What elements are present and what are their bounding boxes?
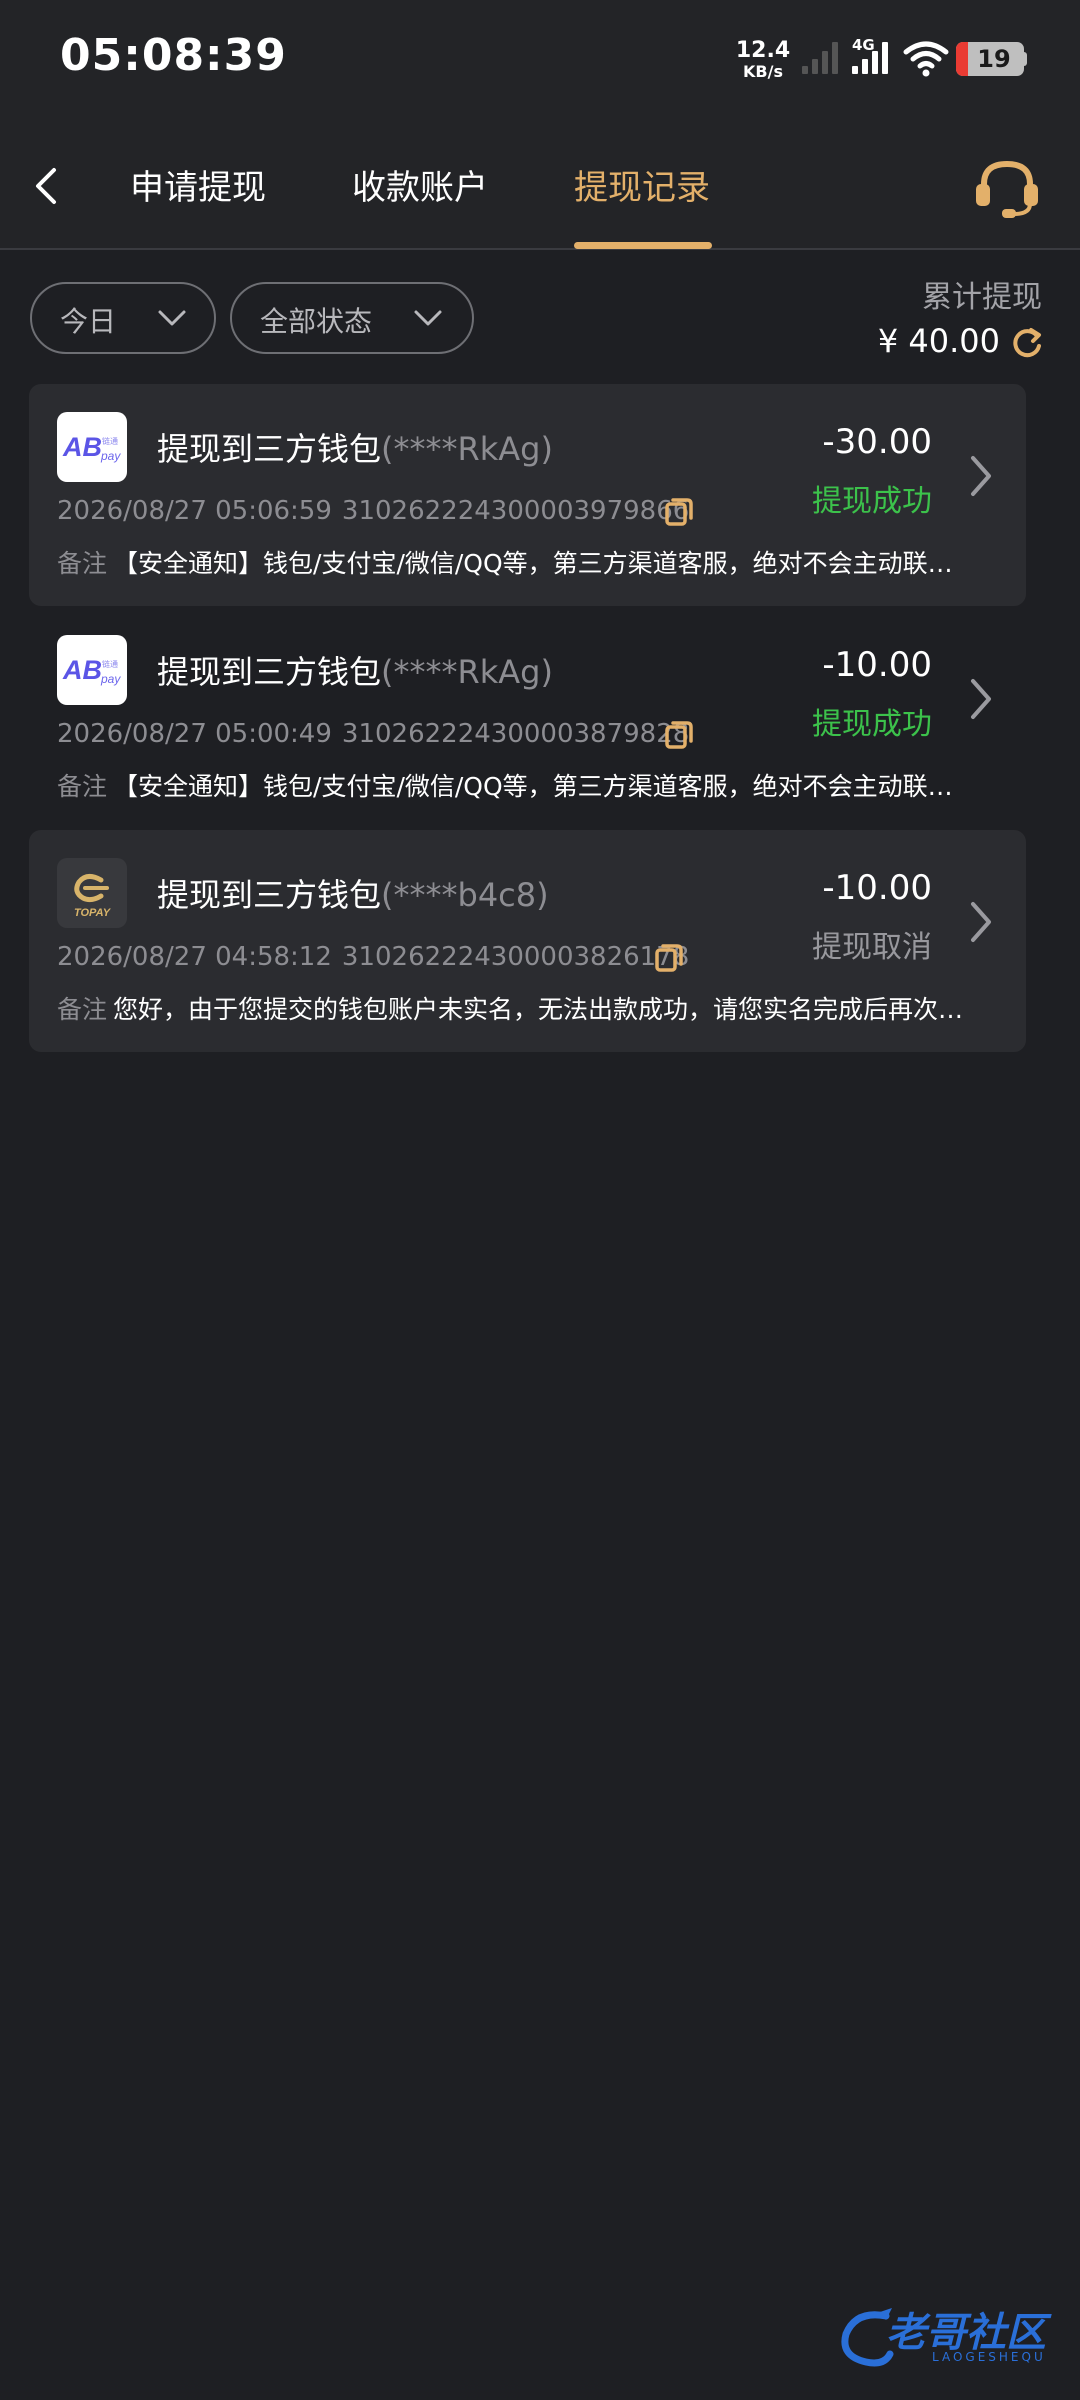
tab-withdraw-records[interactable]: 提现记录: [574, 160, 710, 209]
abpay-logo-cn: 链通: [102, 659, 118, 669]
record-account: (****b4c8): [381, 876, 549, 914]
date-filter-value: 今日: [60, 305, 117, 338]
battery-level: 19: [977, 45, 1011, 73]
wifi-icon: [903, 41, 949, 77]
status-time: 05:08:39: [60, 30, 287, 81]
record-order-no: 310262224300003979866: [341, 496, 690, 526]
topay-logo-text: TOPAY: [74, 907, 112, 919]
note-text: 【安全通知】钱包/支付宝/微信/QQ等，第三方渠道客服，绝对不会主动联系您: [113, 549, 977, 578]
withdraw-record-card[interactable]: TOPAY 提现到三方钱包(****b4c8) -10.00 提现取消 2026…: [29, 830, 1026, 1052]
record-meta: 2026/08/27 05:06:59 310262224300003979866: [57, 496, 689, 526]
network-speed: 12.4 KB/s: [733, 40, 793, 80]
battery-low-indicator: [956, 42, 968, 76]
network-speed-value: 12.4: [735, 38, 791, 63]
chevron-down-icon: [414, 310, 442, 326]
chevron-down-icon: [158, 310, 186, 326]
record-status: 提现成功: [812, 484, 932, 519]
record-amount: -10.00: [822, 645, 932, 685]
note-text: 您好，由于您提交的钱包账户未实名，无法出款成功，请您实名完成后再次提交: [113, 995, 977, 1024]
abpay-logo: AB 链通 pay: [57, 412, 127, 482]
back-chevron-icon[interactable]: [24, 162, 68, 210]
refresh-icon[interactable]: [1010, 326, 1044, 360]
withdraw-records-screen: 05:08:39 12.4 KB/s 4G 19 申请提现 收款账户 提现记录 …: [0, 0, 1080, 2400]
record-title-text: 提现到三方钱包: [157, 430, 382, 468]
record-status: 提现取消: [812, 930, 932, 965]
abpay-logo-sub: pay: [100, 672, 121, 686]
record-account: (****RkAg): [381, 653, 553, 691]
record-status: 提现成功: [812, 707, 932, 742]
abpay-logo-text: AB: [62, 432, 102, 462]
total-withdraw-amount: ¥ 40.00: [877, 322, 1000, 360]
status-filter-value: 全部状态: [260, 305, 373, 338]
abpay-logo-icon: AB 链通 pay: [62, 655, 121, 686]
record-note: 备注 【安全通知】钱包/支付宝/微信/QQ等，第三方渠道客服，绝对不会主动联系您: [57, 544, 977, 580]
copy-icon[interactable]: [663, 717, 695, 751]
active-tab-indicator: [574, 242, 712, 249]
chevron-right-icon[interactable]: [965, 896, 997, 948]
total-withdraw-label: 累计提现: [922, 280, 1042, 315]
chevron-right-icon[interactable]: [965, 450, 997, 502]
record-title-text: 提现到三方钱包: [157, 876, 382, 914]
status-filter-dropdown[interactable]: 全部状态: [230, 282, 474, 354]
record-amount: -30.00: [822, 422, 932, 462]
record-account: (****RkAg): [381, 430, 553, 468]
note-label: 备注: [57, 772, 108, 801]
chevron-right-icon[interactable]: [965, 673, 997, 725]
tab-apply-withdraw[interactable]: 申请提现: [130, 160, 266, 209]
topay-logo-icon: TOPAY: [74, 874, 112, 919]
record-datetime: 2026/08/27 04:58:12: [57, 942, 332, 972]
copy-icon[interactable]: [653, 940, 685, 974]
watermark-logo: 老哥社区 LAOGESHEQU: [836, 2300, 1066, 2380]
record-note: 备注 您好，由于您提交的钱包账户未实名，无法出款成功，请您实名完成后再次提交: [57, 990, 977, 1026]
record-title: 提现到三方钱包(****RkAg): [157, 424, 553, 470]
status-bar: 05:08:39 12.4 KB/s 4G 19: [0, 0, 1080, 118]
date-filter-dropdown[interactable]: 今日: [30, 282, 216, 354]
withdraw-record-card[interactable]: AB 链通 pay 提现到三方钱包(****RkAg) -10.00 提现成功 …: [29, 607, 1026, 829]
battery-icon: 19: [956, 42, 1024, 76]
record-title: 提现到三方钱包(****b4c8): [157, 870, 549, 916]
record-title-text: 提现到三方钱包: [157, 653, 382, 691]
abpay-logo: AB 链通 pay: [57, 635, 127, 705]
note-text: 【安全通知】钱包/支付宝/微信/QQ等，第三方渠道客服，绝对不会主动联系您: [113, 772, 977, 801]
watermark-subtext: LAOGESHEQU: [932, 2350, 1046, 2364]
network-speed-unit: KB/s: [743, 62, 783, 81]
note-label: 备注: [57, 549, 108, 578]
note-label: 备注: [57, 995, 108, 1024]
headset-icon[interactable]: [972, 156, 1042, 220]
copy-icon[interactable]: [663, 494, 695, 528]
abpay-logo-text: AB: [62, 655, 102, 685]
record-datetime: 2026/08/27 05:06:59: [57, 496, 332, 526]
abpay-logo-cn: 链通: [102, 436, 118, 446]
record-title: 提现到三方钱包(****RkAg): [157, 647, 553, 693]
record-meta: 2026/08/27 04:58:12 310262224300003826178: [57, 942, 689, 972]
battery-cap: [1022, 52, 1027, 66]
record-datetime: 2026/08/27 05:00:49: [57, 719, 332, 749]
abpay-logo-sub: pay: [100, 449, 121, 463]
topay-logo: TOPAY: [57, 858, 127, 928]
signal-weak-icon: [802, 42, 838, 74]
record-note: 备注 【安全通知】钱包/支付宝/微信/QQ等，第三方渠道客服，绝对不会主动联系您: [57, 767, 977, 803]
record-amount: -10.00: [822, 868, 932, 908]
top-nav-header: 申请提现 收款账户 提现记录: [0, 118, 1080, 250]
withdraw-record-card[interactable]: AB 链通 pay 提现到三方钱包(****RkAg) -30.00 提现成功 …: [29, 384, 1026, 606]
record-meta: 2026/08/27 05:00:49 310262224300003879828: [57, 719, 689, 749]
record-order-no: 310262224300003826178: [341, 942, 690, 972]
abpay-logo-icon: AB 链通 pay: [62, 432, 121, 463]
tab-receiving-account[interactable]: 收款账户: [352, 160, 488, 209]
signal-strong-icon: [852, 42, 888, 74]
record-order-no: 310262224300003879828: [341, 719, 690, 749]
